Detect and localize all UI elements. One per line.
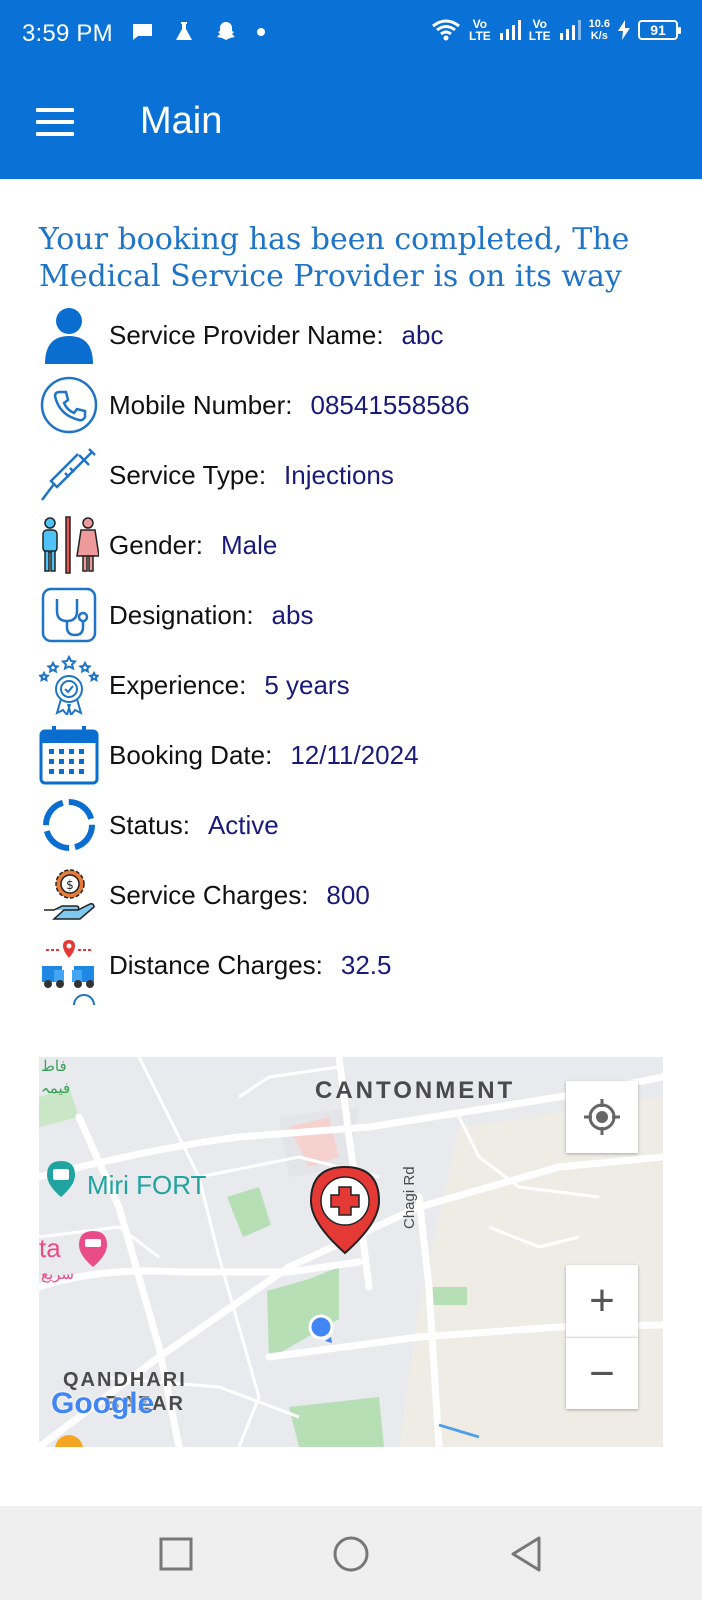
notification-icons <box>130 20 266 44</box>
wifi-icon <box>432 19 460 41</box>
detail-value: 32.5 <box>340 949 392 980</box>
calendar-icon <box>39 725 99 785</box>
booking-confirmation-headline: Your booking has been completed, The Med… <box>39 222 630 294</box>
my-location-button[interactable] <box>566 1081 638 1153</box>
detail-row-designation: Designation: abs <box>39 584 679 646</box>
service-charges-icon: $ <box>39 865 99 925</box>
detail-value: abc <box>401 319 444 350</box>
detail-value: abs <box>271 599 314 630</box>
map-view[interactable]: CANTONMENT Miri FORT Chagi Rd QANDHARI B… <box>39 1057 663 1447</box>
detail-label: Gender: <box>109 529 203 560</box>
detail-label: Service Type: <box>109 459 267 490</box>
charging-icon <box>618 20 630 40</box>
clipped-row-icon <box>44 991 100 1005</box>
detail-label: Service Provider Name: <box>109 319 384 350</box>
google-logo: Google <box>51 1387 155 1420</box>
detail-row-booking-date: Booking Date: 12/11/2024 <box>39 724 679 786</box>
detail-row-service-type: Service Type: Injections <box>39 444 679 506</box>
detail-label: Mobile Number: <box>109 389 293 420</box>
page-title: Main <box>140 100 223 142</box>
distance-truck-icon <box>39 935 99 995</box>
detail-row-experience: Experience: 5 years <box>39 654 679 716</box>
system-nav-bar <box>0 1506 702 1600</box>
map-label-urdu-2: فیمہ <box>41 1080 71 1097</box>
award-icon <box>39 655 99 715</box>
chat-icon <box>132 24 152 40</box>
map-label-miri-fort: Miri FORT <box>87 1170 207 1200</box>
map-label-cantonment: CANTONMENT <box>315 1077 516 1104</box>
detail-value: 800 <box>326 879 370 910</box>
back-icon[interactable] <box>506 1534 546 1574</box>
detail-label: Experience: <box>109 669 247 700</box>
signal-icon-1 <box>499 20 521 40</box>
net-speed: 10.6 K/s <box>589 18 610 42</box>
stethoscope-icon <box>39 585 99 645</box>
person-icon <box>39 305 99 365</box>
status-bar: 3:59 PM Vo LTE Vo LTE 10.6 K/s 91 <box>0 0 702 72</box>
snapchat-icon <box>217 22 235 40</box>
detail-row-gender: Gender: Male <box>39 514 679 576</box>
signal-icon-2 <box>559 20 581 40</box>
status-ring-icon <box>39 795 99 855</box>
lte-indicator-2: Vo LTE <box>528 17 551 43</box>
detail-row-distance-charges: Distance Charges: 32.5 <box>39 934 679 996</box>
home-icon[interactable] <box>331 1534 371 1574</box>
detail-row-status: Status: Active <box>39 794 679 856</box>
detail-row-provider-name: Service Provider Name: abc <box>39 304 679 366</box>
svg-text:$: $ <box>66 878 74 892</box>
flask-icon <box>176 22 192 40</box>
detail-value: Male <box>220 529 278 560</box>
detail-label: Booking Date: <box>109 739 273 770</box>
net-speed-unit: K/s <box>590 30 608 42</box>
zoom-out-button[interactable]: − <box>566 1337 638 1409</box>
hamburger-menu-icon[interactable] <box>36 108 74 136</box>
battery-icon: 91 <box>638 20 681 40</box>
gender-icon <box>39 515 99 575</box>
lte-indicator-1: Vo LTE <box>469 17 491 43</box>
detail-value: Injections <box>284 459 394 490</box>
battery-level: 91 <box>650 22 666 38</box>
detail-row-service-charges: $ Service Charges: 800 <box>39 864 679 926</box>
detail-row-mobile-number: Mobile Number: 08541558586 <box>39 374 679 436</box>
map-label-urdu-3: سريع <box>41 1266 75 1283</box>
syringe-icon <box>39 445 99 505</box>
status-right: Vo LTE Vo LTE 10.6 K/s 91 <box>431 17 681 43</box>
net-speed-value: 10.6 <box>588 18 610 30</box>
detail-value: 12/11/2024 <box>290 739 419 770</box>
app-bar: Main <box>0 72 702 179</box>
zoom-in-label: + <box>589 1276 615 1325</box>
zoom-out-label: − <box>589 1348 615 1398</box>
crosshair-icon <box>584 1099 620 1135</box>
map-label-urdu-1: فاط <box>41 1058 67 1075</box>
detail-value: Active <box>207 809 279 840</box>
zoom-in-button[interactable]: + <box>566 1265 638 1337</box>
status-time: 3:59 PM <box>22 20 113 47</box>
detail-label: Status: <box>109 809 190 840</box>
phone-icon <box>39 375 99 435</box>
dot-icon <box>257 28 265 36</box>
map-label-ta: ta <box>39 1233 61 1263</box>
map-label-chagi-rd: Chagi Rd <box>401 1166 418 1229</box>
detail-label: Designation: <box>109 599 254 630</box>
detail-value: 08541558586 <box>310 389 470 420</box>
detail-label: Distance Charges: <box>109 949 323 980</box>
detail-value: 5 years <box>264 669 350 700</box>
recent-apps-icon[interactable] <box>156 1534 196 1574</box>
detail-label: Service Charges: <box>109 879 309 910</box>
